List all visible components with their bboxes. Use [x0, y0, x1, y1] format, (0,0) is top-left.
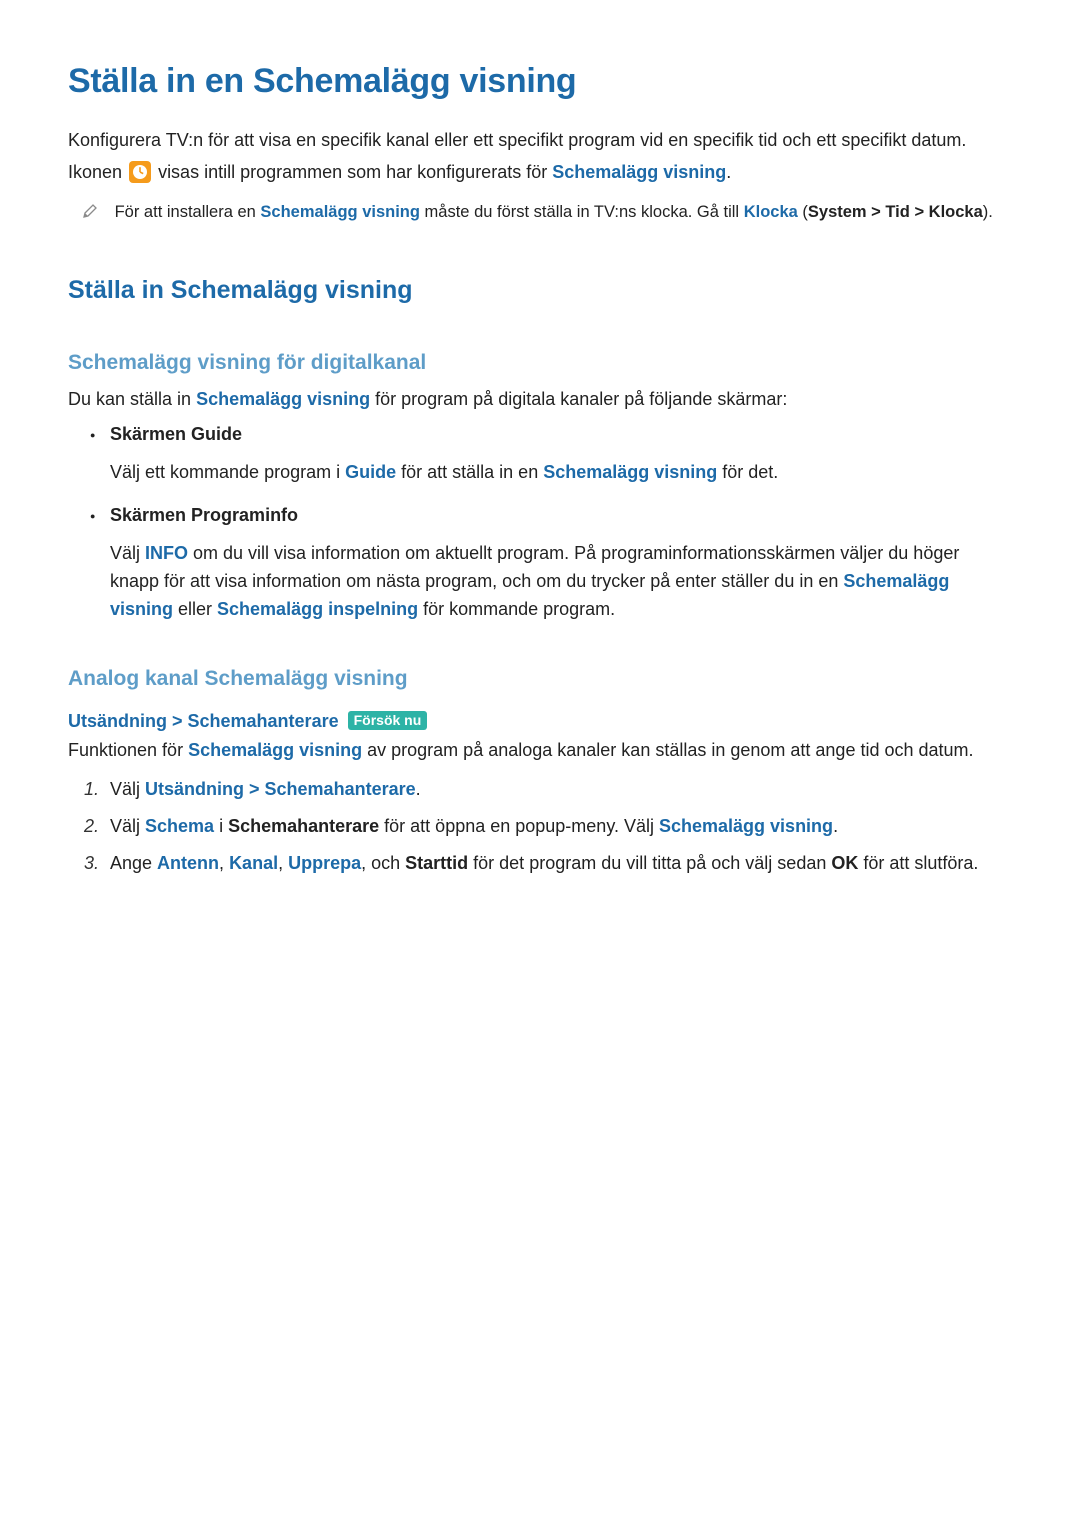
step1-uts: Utsändning: [145, 779, 244, 799]
step1-schema: Schemahanterare: [265, 779, 416, 799]
note-tid: Tid: [885, 203, 909, 221]
digital-lead-pre: Du kan ställa in: [68, 389, 196, 409]
digital-bullet-list: Skärmen Guide Välj ett kommande program …: [68, 424, 1012, 624]
note-close: ).: [983, 203, 993, 221]
text: för kommande program.: [418, 599, 615, 619]
step3-upprepa: Upprepa: [288, 853, 361, 873]
note-text-mid: måste du först ställa in TV:ns klocka. G…: [420, 203, 744, 221]
try-now-badge[interactable]: Försök nu: [348, 711, 428, 730]
intro-text-post: visas intill programmen som har konfigur…: [158, 162, 552, 182]
intro-text-pre: Ikonen: [68, 162, 127, 182]
text: i: [214, 816, 228, 836]
term-guide: Guide: [345, 462, 396, 482]
text: .: [416, 779, 421, 799]
note-open: (: [798, 203, 808, 221]
install-note: För att installera en Schemalägg visning…: [68, 201, 1012, 224]
note-klocka2: Klocka: [929, 203, 983, 221]
text: för att ställa in en: [396, 462, 543, 482]
analog-lead: Funktionen för Schemalägg visning av pro…: [68, 740, 1012, 761]
text: Välj: [110, 543, 145, 563]
bullet-body-programinfo: Välj INFO om du vill visa information om…: [110, 540, 1012, 624]
term-si: Schemalägg inspelning: [217, 599, 418, 619]
digital-lead-term: Schemalägg visning: [196, 389, 370, 409]
step3-kanal: Kanal: [229, 853, 278, 873]
text: , och: [361, 853, 405, 873]
path-utsandning: Utsändning: [68, 711, 167, 731]
note-system: System: [808, 203, 867, 221]
note-gt1: >: [867, 203, 886, 221]
step2-sv: Schemalägg visning: [659, 816, 833, 836]
clock-icon: [129, 161, 151, 183]
step2-schemahanterare: Schemahanterare: [228, 816, 379, 836]
note-text-pre: För att installera en: [115, 203, 261, 221]
text: för att slutföra.: [858, 853, 978, 873]
text: Välj ett kommande program i: [110, 462, 345, 482]
term-info: INFO: [145, 543, 188, 563]
manual-page: Ställa in en Schemalägg visning Konfigur…: [0, 0, 1080, 946]
text: ,: [278, 853, 288, 873]
text: Funktionen för: [68, 740, 188, 760]
menu-path: Utsändning > Schemahanterare Försök nu: [68, 711, 1012, 732]
step3-starttid: Starttid: [405, 853, 468, 873]
text: av program på analoga kanaler kan ställa…: [362, 740, 973, 760]
intro-paragraph-1: Konfigurera TV:n för att visa en specifi…: [68, 127, 1012, 155]
step-item: Välj Schema i Schemahanterare för att öp…: [110, 812, 1012, 841]
text: om du vill visa information om aktuellt …: [110, 543, 959, 591]
digital-lead-post: för program på digitala kanaler på följa…: [370, 389, 787, 409]
step-item: Välj Utsändning > Schemahanterare.: [110, 775, 1012, 804]
text: .: [833, 816, 838, 836]
text: eller: [173, 599, 217, 619]
text: för att öppna en popup-meny. Välj: [379, 816, 659, 836]
text: Ange: [110, 853, 157, 873]
subsection-digital-title: Schemalägg visning för digitalkanal: [68, 351, 1012, 375]
section-title-setup: Ställa in Schemalägg visning: [68, 276, 1012, 305]
analog-lead-term: Schemalägg visning: [188, 740, 362, 760]
text: för det program du vill titta på och väl…: [468, 853, 831, 873]
step-item: Ange Antenn, Kanal, Upprepa, och Startti…: [110, 849, 1012, 878]
text: Välj: [110, 779, 145, 799]
pencil-icon: [82, 203, 98, 219]
bullet-title-guide: Skärmen Guide: [110, 424, 1012, 445]
bullet-body-guide: Välj ett kommande program i Guide för at…: [110, 459, 1012, 487]
path-gt: >: [167, 711, 188, 731]
note-gt2: >: [910, 203, 929, 221]
list-item: Skärmen Programinfo Välj INFO om du vill…: [110, 505, 1012, 624]
subsection-analog-title: Analog kanal Schemalägg visning: [68, 667, 1012, 691]
list-item: Skärmen Guide Välj ett kommande program …: [110, 424, 1012, 487]
text: för det.: [717, 462, 778, 482]
analog-steps: Välj Utsändning > Schemahanterare. Välj …: [68, 775, 1012, 877]
term-schemalagg-visning: Schemalägg visning: [552, 162, 726, 182]
digital-lead: Du kan ställa in Schemalägg visning för …: [68, 389, 1012, 410]
text: Välj: [110, 816, 145, 836]
intro-paragraph-2: Ikonen visas intill programmen som har k…: [68, 159, 1012, 187]
note-term: Schemalägg visning: [260, 203, 420, 221]
bullet-title-programinfo: Skärmen Programinfo: [110, 505, 1012, 526]
note-klocka: Klocka: [744, 203, 798, 221]
term-sv: Schemalägg visning: [543, 462, 717, 482]
step3-ok: OK: [831, 853, 858, 873]
intro-text-end: .: [726, 162, 731, 182]
step3-antenn: Antenn: [157, 853, 219, 873]
step2-schema: Schema: [145, 816, 214, 836]
text: ,: [219, 853, 229, 873]
page-title: Ställa in en Schemalägg visning: [68, 62, 1012, 101]
step1-gt: >: [244, 779, 265, 799]
path-schemahanterare: Schemahanterare: [188, 711, 339, 731]
